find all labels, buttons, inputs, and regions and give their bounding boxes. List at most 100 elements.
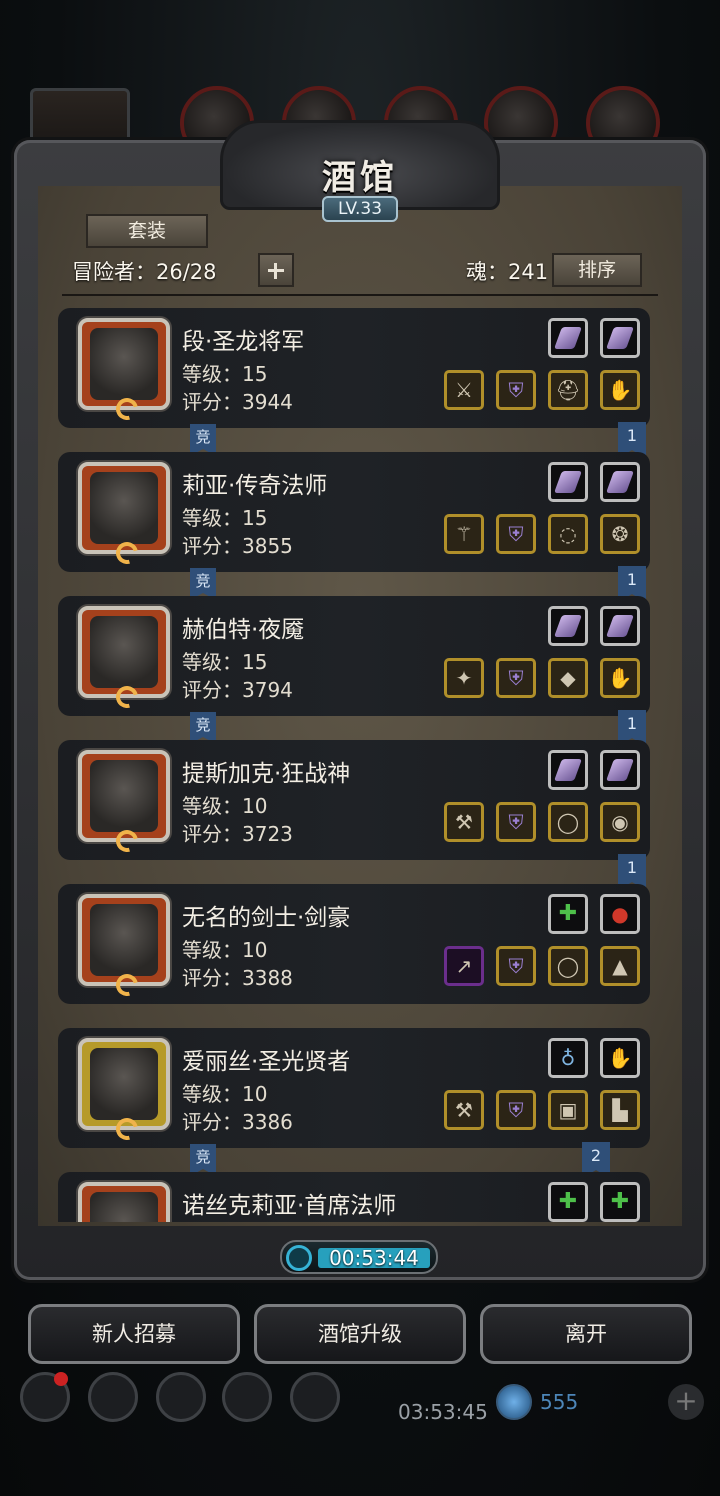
recruit-button[interactable]: 新人招募 xyxy=(28,1304,240,1364)
hero-portrait[interactable] xyxy=(78,462,170,569)
divider xyxy=(62,294,658,296)
gem-rune-slot[interactable] xyxy=(600,750,640,790)
necklace-icon: ◌ xyxy=(559,522,577,546)
mail-icon[interactable] xyxy=(222,1372,272,1422)
gem-rune-slot[interactable] xyxy=(548,606,588,646)
hero-name: 赫伯特·夜魇 xyxy=(182,617,305,643)
notification-dot xyxy=(54,1372,68,1386)
armor-icon: ⛨ xyxy=(508,378,524,402)
hero-face xyxy=(90,1192,158,1222)
amulet-slot[interactable]: ❂ xyxy=(600,514,640,554)
hero-face xyxy=(90,1048,158,1120)
orb-rune-slot[interactable]: ● xyxy=(600,894,640,934)
gem-icon xyxy=(605,327,635,349)
hero-score: 评分：3723 xyxy=(182,822,293,846)
soul-count: 魂：241 xyxy=(466,260,549,284)
glove-icon: ✋ xyxy=(607,1046,633,1070)
level-badge: LV.33 xyxy=(322,196,398,222)
gem-rune-slot[interactable] xyxy=(548,750,588,790)
upgrade-tavern-button[interactable]: 酒馆升级 xyxy=(254,1304,466,1364)
chest-slot[interactable]: ▣ xyxy=(548,1090,588,1130)
staff-slot[interactable]: ⚚ xyxy=(444,514,484,554)
gem-icon xyxy=(605,615,635,637)
clock-icon xyxy=(286,1245,312,1271)
handshake-icon[interactable] xyxy=(290,1372,340,1422)
armor-slot[interactable]: ⛨ xyxy=(496,946,536,986)
sword-slot[interactable]: ⚔ xyxy=(444,370,484,410)
add-gem-button[interactable]: + xyxy=(668,1384,704,1420)
sort-button[interactable]: 排序 xyxy=(552,253,642,287)
ring-slot[interactable]: ◯ xyxy=(548,802,588,842)
wand-slot[interactable]: ✦ xyxy=(444,658,484,698)
gem-icon xyxy=(553,327,583,349)
hero-card[interactable]: 莉亚·传奇法师 等级：15 评分：3855 ⚚ ⛨ ◌ ❂ xyxy=(58,452,650,572)
bottom-countdown: 03:53:45 xyxy=(398,1400,488,1424)
adventurer-count: 冒险者：26/28 xyxy=(72,260,217,284)
glove-slot[interactable]: ✋ xyxy=(600,658,640,698)
star-icon[interactable] xyxy=(88,1372,138,1422)
hero-card[interactable]: 无名的剑士·剑豪 等级：10 评分：3388 ✚ ● ↗ ⛨ ◯ ▲ xyxy=(58,884,650,1004)
hero-portrait[interactable] xyxy=(78,1182,170,1222)
add-adventurer-button[interactable] xyxy=(258,253,294,287)
gem-icon xyxy=(605,759,635,781)
hero-portrait[interactable] xyxy=(78,318,170,425)
hero-card[interactable]: 赫伯特·夜魇 等级：15 评分：3794 ✦ ⛨ ◆ ✋ xyxy=(58,596,650,716)
pendant-rune-slot[interactable]: ♁ xyxy=(548,1038,588,1078)
hero-portrait[interactable] xyxy=(78,1038,170,1145)
hero-level: 等级：15 xyxy=(182,362,268,386)
hero-card[interactable]: 段·圣龙将军 等级：15 评分：3944 ⚔ ⛨ ⛑ ✋ xyxy=(58,308,650,428)
cloak-slot[interactable]: ▲ xyxy=(600,946,640,986)
armor-slot[interactable]: ⛨ xyxy=(496,658,536,698)
ring-gem-icon: ◉ xyxy=(611,810,629,834)
armor-slot[interactable]: ⛨ xyxy=(496,514,536,554)
hero-card[interactable]: 爱丽丝·圣光贤者 等级：10 评分：3386 ♁ ✋ ⚒ ⛨ ▣ ▙ xyxy=(58,1028,650,1148)
necklace-slot[interactable]: ◌ xyxy=(548,514,588,554)
ring-slot[interactable]: ◯ xyxy=(548,946,588,986)
star-rune-slot[interactable]: ✚ xyxy=(548,894,588,934)
star-rune-slot[interactable]: ✚ xyxy=(600,1182,640,1222)
glove-rune-slot[interactable]: ✋ xyxy=(600,1038,640,1078)
armor-slot[interactable]: ⛨ xyxy=(496,1090,536,1130)
hero-score: 评分：3944 xyxy=(182,390,293,414)
hero-portrait[interactable] xyxy=(78,894,170,1001)
bracer-slot[interactable]: ◆ xyxy=(548,658,588,698)
staff-icon: ⚚ xyxy=(455,522,473,546)
gem-rune-slot[interactable] xyxy=(600,606,640,646)
refresh-timer: 00:53:44 xyxy=(280,1240,438,1274)
gem-rune-slot[interactable] xyxy=(600,462,640,502)
hero-card[interactable]: 提斯加克·狂战神 等级：10 评分：3723 ⚒ ⛨ ◯ ◉ xyxy=(58,740,650,860)
gem-icon xyxy=(605,471,635,493)
armor-icon: ⛨ xyxy=(508,1098,524,1122)
spear-slot[interactable]: ↗ xyxy=(444,946,484,986)
ring-icon: ◯ xyxy=(556,810,580,834)
leave-button[interactable]: 离开 xyxy=(480,1304,692,1364)
orb-icon: ● xyxy=(611,902,629,926)
boots-slot[interactable]: ▙ xyxy=(600,1090,640,1130)
hero-portrait[interactable] xyxy=(78,606,170,713)
hero-score: 评分：3855 xyxy=(182,534,293,558)
star-icon: ✚ xyxy=(610,1189,630,1214)
armor-slot[interactable]: ⛨ xyxy=(496,802,536,842)
armor-slot[interactable]: ⛨ xyxy=(496,370,536,410)
hero-list[interactable]: 段·圣龙将军 等级：15 评分：3944 ⚔ ⛨ ⛑ ✋ 竞 1 莉亚·传奇法师 等级：15 评分：3… xyxy=(58,308,658,1222)
hammer-slot[interactable]: ⚒ xyxy=(444,1090,484,1130)
suit-button[interactable]: 套装 xyxy=(86,214,208,248)
armor-icon: ⛨ xyxy=(508,522,524,546)
hero-card[interactable]: 诺丝克莉亚·首席法师 ✚ ✚ xyxy=(58,1172,650,1222)
gem-icon xyxy=(553,471,583,493)
gauntlet-slot[interactable]: ✋ xyxy=(600,370,640,410)
glove-icon: ✋ xyxy=(607,666,633,690)
gem-rune-slot[interactable] xyxy=(600,318,640,358)
hero-score: 评分：3386 xyxy=(182,1110,293,1134)
helmet-slot[interactable]: ⛑ xyxy=(548,370,588,410)
hammer-icon: ⚒ xyxy=(455,1098,473,1122)
gem-rune-slot[interactable] xyxy=(548,318,588,358)
star-rune-slot[interactable]: ✚ xyxy=(548,1182,588,1222)
ring-gem-slot[interactable]: ◉ xyxy=(600,802,640,842)
hero-score: 评分：3794 xyxy=(182,678,293,702)
hero-face xyxy=(90,328,158,400)
hero-portrait[interactable] xyxy=(78,750,170,857)
axe-slot[interactable]: ⚒ xyxy=(444,802,484,842)
gem-rune-slot[interactable] xyxy=(548,462,588,502)
scroll-icon[interactable] xyxy=(156,1372,206,1422)
